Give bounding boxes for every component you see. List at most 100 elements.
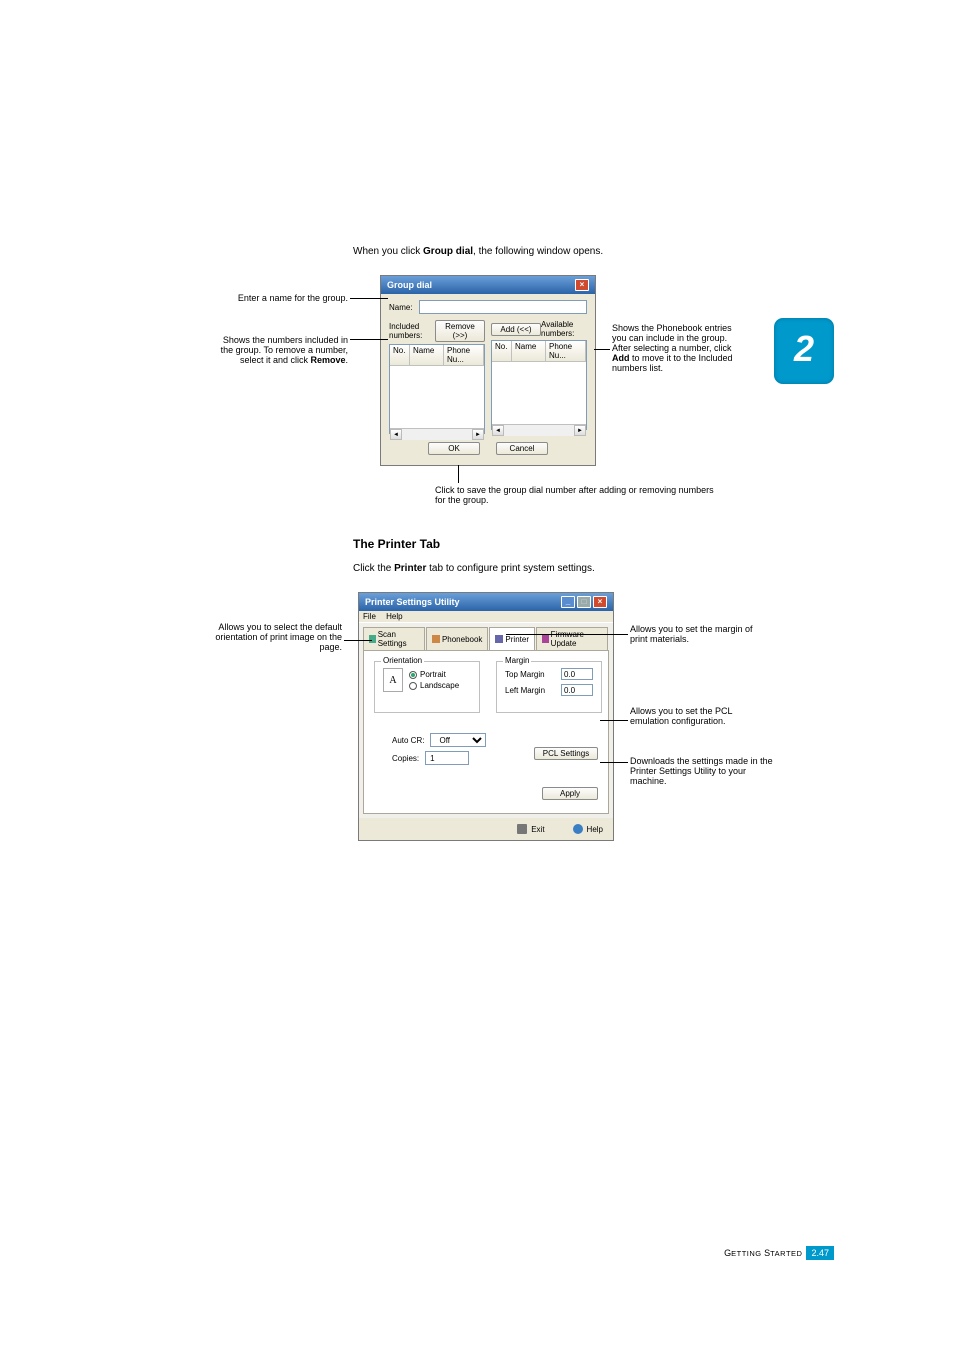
included-header: No. Name Phone Nu... bbox=[390, 345, 484, 366]
pcl-settings-button[interactable]: PCL Settings bbox=[534, 747, 598, 760]
callout-available: Shows the Phonebook entries you can incl… bbox=[612, 323, 744, 373]
radio-landscape[interactable]: Landscape bbox=[409, 681, 459, 690]
name-input[interactable] bbox=[419, 300, 587, 314]
landscape-label: Landscape bbox=[420, 681, 459, 690]
portrait-label: Portrait bbox=[420, 670, 446, 679]
intro-bold: Group dial bbox=[423, 246, 473, 257]
close-icon[interactable]: × bbox=[593, 596, 607, 608]
menu-file[interactable]: File bbox=[363, 612, 376, 621]
exit-icon bbox=[517, 824, 527, 834]
tab-printer[interactable]: Printer bbox=[489, 627, 535, 650]
intro-text: When you click Group dial, the following… bbox=[353, 246, 954, 257]
orientation-legend: Orientation bbox=[381, 656, 424, 665]
window-title-text: Group dial bbox=[387, 280, 432, 290]
top-margin-label: Top Margin bbox=[505, 670, 545, 679]
callout-included-c: . bbox=[345, 355, 348, 365]
available-listbox[interactable]: No. Name Phone Nu... ◄► bbox=[491, 340, 587, 430]
apply-button[interactable]: Apply bbox=[542, 787, 598, 800]
col-phone: Phone Nu... bbox=[546, 341, 586, 361]
ptdesc-post: tab to configure print system settings. bbox=[426, 563, 594, 574]
group-dial-dialog: Group dial × Name: Included numbers: Rem… bbox=[380, 275, 596, 466]
callout-avail-a: Shows the Phonebook entries you can incl… bbox=[612, 323, 732, 353]
window-titlebar: Group dial × bbox=[381, 276, 595, 294]
printer-tab-desc: Click the Printer tab to configure print… bbox=[353, 563, 803, 574]
window-title-text: Printer Settings Utility bbox=[365, 597, 460, 607]
close-icon[interactable]: × bbox=[575, 279, 589, 291]
top-margin-input[interactable] bbox=[561, 668, 593, 680]
autocr-label: Auto CR: bbox=[392, 736, 424, 745]
figure-printer-utility: Printer Settings Utility _ □ × File Help… bbox=[210, 592, 810, 862]
available-header: No. Name Phone Nu... bbox=[492, 341, 586, 362]
name-label: Name: bbox=[389, 303, 419, 312]
tab-printer-label: Printer bbox=[505, 635, 529, 644]
included-listbox[interactable]: No. Name Phone Nu... ◄► bbox=[389, 344, 485, 434]
orientation-group: Orientation A Portrait Landscape bbox=[374, 661, 480, 713]
page-number: 2.47 bbox=[806, 1246, 834, 1260]
callout-orientation: Allows you to select the default orienta… bbox=[210, 622, 342, 652]
callout-name: Enter a name for the group. bbox=[210, 293, 348, 303]
footer-buttons: Exit Help bbox=[359, 818, 613, 840]
help-icon bbox=[573, 824, 583, 834]
help-button[interactable]: Help bbox=[573, 824, 603, 834]
available-label: Available numbers: bbox=[541, 320, 587, 338]
printer-settings-dialog: Printer Settings Utility _ □ × File Help… bbox=[358, 592, 614, 841]
col-name: Name bbox=[410, 345, 444, 365]
copies-label: Copies: bbox=[392, 754, 419, 763]
orientation-preview-icon: A bbox=[383, 668, 403, 692]
add-button[interactable]: Add (<<) bbox=[491, 323, 541, 336]
exit-label: Exit bbox=[531, 825, 544, 834]
radio-dot-icon bbox=[409, 682, 417, 690]
tab-content: Orientation A Portrait Landscape Margin bbox=[363, 650, 609, 814]
remove-button[interactable]: Remove (>>) bbox=[435, 320, 485, 342]
callout-avail-b: Add bbox=[612, 353, 630, 363]
minimize-icon[interactable]: _ bbox=[561, 596, 575, 608]
menubar: File Help bbox=[359, 611, 613, 623]
tab-fw-label: Firmware Update bbox=[551, 630, 602, 648]
radio-dot-icon bbox=[409, 671, 417, 679]
ok-button[interactable]: OK bbox=[428, 442, 480, 455]
left-margin-input[interactable] bbox=[561, 684, 593, 696]
footer-label: GETTING STARTED bbox=[724, 1248, 802, 1258]
callout-ok: Click to save the group dial number afte… bbox=[435, 485, 715, 505]
phonebook-icon bbox=[432, 635, 440, 643]
tab-firmware-update[interactable]: Firmware Update bbox=[536, 627, 608, 650]
window-titlebar: Printer Settings Utility _ □ × bbox=[359, 593, 613, 611]
scan-icon bbox=[369, 635, 376, 643]
copies-input[interactable] bbox=[425, 751, 469, 765]
callout-avail-c: to move it to the Included numbers list. bbox=[612, 353, 733, 373]
callout-included: Shows the numbers included in the group.… bbox=[210, 335, 348, 365]
margin-legend: Margin bbox=[503, 656, 531, 665]
page-footer: GETTING STARTED 2.47 bbox=[724, 1246, 834, 1260]
callout-apply: Downloads the settings made in the Print… bbox=[630, 756, 780, 786]
radio-portrait[interactable]: Portrait bbox=[409, 670, 459, 679]
col-no: No. bbox=[390, 345, 410, 365]
col-phone: Phone Nu... bbox=[444, 345, 484, 365]
tab-scan-settings[interactable]: Scan Settings bbox=[363, 627, 425, 650]
callout-pcl: Allows you to set the PCL emulation conf… bbox=[630, 706, 770, 726]
col-no: No. bbox=[492, 341, 512, 361]
callout-included-b: Remove bbox=[310, 355, 345, 365]
tab-phone-label: Phonebook bbox=[442, 635, 482, 644]
tabbar: Scan Settings Phonebook Printer Firmware… bbox=[363, 627, 609, 650]
cancel-button[interactable]: Cancel bbox=[496, 442, 548, 455]
printer-tab-heading: The Printer Tab bbox=[353, 537, 803, 551]
left-margin-label: Left Margin bbox=[505, 686, 545, 695]
intro-pre: When you click bbox=[353, 246, 423, 257]
menu-help[interactable]: Help bbox=[386, 612, 402, 621]
col-name: Name bbox=[512, 341, 546, 361]
firmware-icon bbox=[542, 635, 549, 643]
intro-post: , the following window opens. bbox=[473, 246, 603, 257]
h-scrollbar[interactable]: ◄► bbox=[390, 428, 484, 440]
window-controls: _ □ × bbox=[561, 596, 607, 608]
h-scrollbar[interactable]: ◄► bbox=[492, 424, 586, 436]
help-label: Help bbox=[587, 825, 603, 834]
ptdesc-b: Printer bbox=[394, 563, 426, 574]
callout-margin: Allows you to set the margin of print ma… bbox=[630, 624, 770, 644]
autocr-select[interactable]: Off bbox=[430, 733, 486, 747]
ptdesc-pre: Click the bbox=[353, 563, 394, 574]
printer-icon bbox=[495, 635, 503, 643]
tab-phonebook[interactable]: Phonebook bbox=[426, 627, 488, 650]
tab-scan-label: Scan Settings bbox=[378, 630, 419, 648]
chapter-badge: 2 bbox=[774, 318, 834, 384]
exit-button[interactable]: Exit bbox=[517, 824, 544, 834]
